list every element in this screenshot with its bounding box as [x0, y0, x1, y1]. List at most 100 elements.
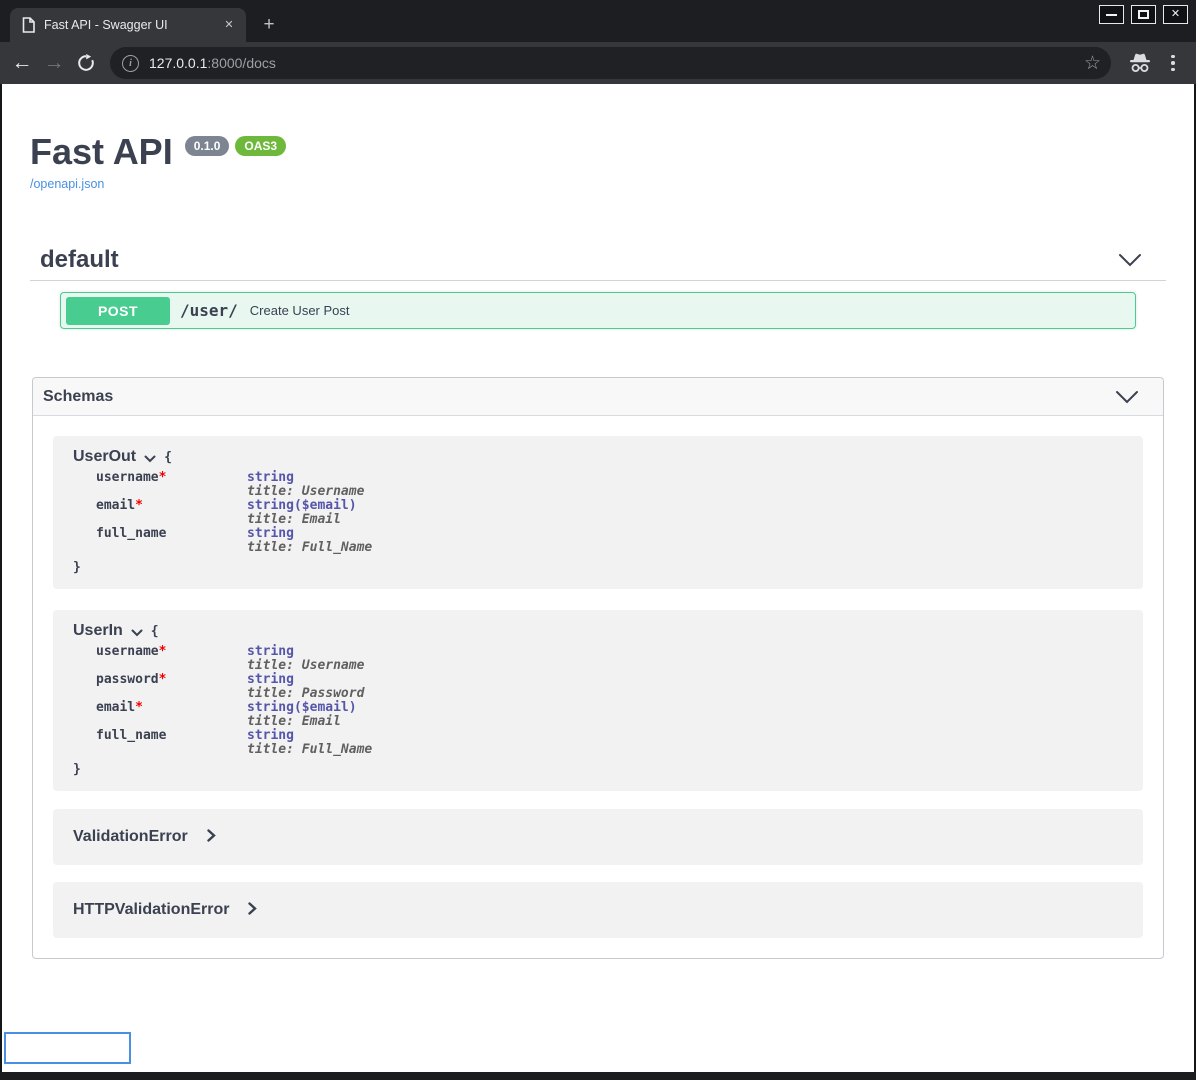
property-row: email* string($email) title: Email: [73, 701, 1127, 729]
new-tab-button[interactable]: +: [256, 14, 282, 38]
api-info-section: Fast API 0.1.0 OAS3 /openapi.json: [30, 134, 1166, 193]
titlebar: Fast API - Swagger UI ✕ + ✕: [0, 0, 1196, 42]
menu-dot: [1171, 61, 1175, 65]
default-tag-header[interactable]: default: [30, 251, 1166, 281]
property-title: title: Email: [247, 715, 357, 729]
property-name: email: [96, 498, 135, 513]
schemas-body: UserOut { username* string title: Userna…: [33, 416, 1163, 958]
incognito-icon: [1127, 52, 1153, 74]
version-badge: 0.1.0: [185, 136, 230, 156]
chevron-right-icon: [207, 829, 216, 842]
property-name: username: [96, 644, 159, 659]
property-title: title: Username: [247, 485, 364, 499]
incognito-indicator: [1123, 47, 1157, 79]
property-type: string: [247, 471, 364, 485]
window-bottom-edge: [0, 1072, 1196, 1080]
navigation-toolbar: ← → i 127.0.0.1:8000/docs ☆: [0, 42, 1196, 84]
close-button[interactable]: ✕: [1163, 5, 1188, 24]
tab-close-icon[interactable]: ✕: [220, 16, 238, 34]
model-name: ValidationError: [73, 828, 188, 846]
property-type: string: [247, 645, 364, 659]
schemas-section: Schemas UserOut {: [32, 377, 1164, 959]
property-title: title: Email: [247, 513, 357, 527]
tag-name: default: [40, 246, 1118, 274]
property-type: string: [247, 527, 372, 541]
model-name: UserOut: [73, 448, 136, 466]
operation-path: /user/: [180, 301, 238, 320]
property-type: string: [247, 729, 372, 743]
model-userin-toggle[interactable]: UserIn {: [73, 622, 1127, 640]
property-row: username* string title: Username: [73, 645, 1127, 673]
schemas-title: Schemas: [43, 388, 1115, 406]
browser-tab[interactable]: Fast API - Swagger UI ✕: [10, 8, 246, 42]
property-name: username: [96, 470, 159, 485]
default-tag-section: default POST /user/ Create User Post: [30, 251, 1166, 329]
required-marker: *: [159, 644, 167, 659]
model-name: UserIn: [73, 622, 123, 640]
open-brace: {: [151, 624, 159, 639]
property-type: string: [247, 673, 364, 687]
page-content: Fast API 0.1.0 OAS3 /openapi.json defaul…: [2, 84, 1194, 1072]
required-marker: *: [159, 470, 167, 485]
required-marker: *: [135, 498, 143, 513]
property-row: full_name string title: Full_Name: [73, 729, 1127, 757]
window-controls: ✕: [1099, 5, 1188, 24]
close-icon: ✕: [1171, 9, 1180, 20]
page-title: Fast API: [30, 134, 173, 170]
document-icon: [22, 17, 35, 33]
maximize-button[interactable]: [1131, 5, 1156, 24]
bookmark-star-icon[interactable]: ☆: [1084, 54, 1101, 73]
forward-button[interactable]: →: [38, 47, 70, 79]
chevron-down-icon: [131, 629, 143, 637]
url-host: 127.0.0.1: [149, 55, 207, 71]
address-bar[interactable]: i 127.0.0.1:8000/docs ☆: [110, 47, 1111, 79]
model-userout-toggle[interactable]: UserOut {: [73, 448, 1127, 466]
model-name: HTTPValidationError: [73, 901, 229, 919]
chevron-down-icon[interactable]: [1115, 390, 1139, 404]
model-validationerror[interactable]: ValidationError: [53, 809, 1143, 865]
model-userout: UserOut { username* string title: Userna…: [53, 436, 1143, 589]
schemas-header[interactable]: Schemas: [33, 378, 1163, 416]
property-title: title: Full_Name: [247, 541, 372, 555]
chevron-down-icon: [144, 455, 156, 463]
minimize-button[interactable]: [1099, 5, 1124, 24]
close-brace: }: [73, 762, 1127, 777]
status-bubble: [4, 1032, 131, 1064]
chevron-right-icon: [248, 902, 257, 915]
site-info-icon[interactable]: i: [122, 55, 139, 72]
menu-dot: [1171, 68, 1175, 72]
browser-window: Fast API - Swagger UI ✕ + ✕ ← → i 127.0.…: [0, 0, 1196, 1080]
property-row: full_name string title: Full_Name: [73, 527, 1127, 555]
url-path: :8000/docs: [207, 55, 276, 71]
required-marker: *: [135, 700, 143, 715]
property-type: string($email): [247, 701, 357, 715]
post-user-operation[interactable]: POST /user/ Create User Post: [60, 292, 1136, 329]
reload-button[interactable]: [70, 47, 102, 79]
model-httpvalidationerror[interactable]: HTTPValidationError: [53, 882, 1143, 938]
property-name: password: [96, 672, 159, 687]
menu-dot: [1171, 55, 1175, 59]
model-userin: UserIn { username* string title: Usernam…: [53, 610, 1143, 791]
property-row: password* string title: Password: [73, 673, 1127, 701]
openapi-spec-link[interactable]: /openapi.json: [30, 177, 104, 191]
back-button[interactable]: ←: [6, 47, 38, 79]
close-brace: }: [73, 560, 1127, 575]
browser-menu-button[interactable]: [1161, 47, 1185, 79]
maximize-icon: [1138, 10, 1149, 19]
oas3-badge: OAS3: [235, 136, 286, 156]
property-name: full_name: [96, 526, 166, 541]
operation-summary: Create User Post: [250, 303, 350, 318]
property-name: full_name: [96, 728, 166, 743]
tab-title: Fast API - Swagger UI: [44, 18, 220, 32]
property-type: string($email): [247, 499, 357, 513]
property-name: email: [96, 700, 135, 715]
property-title: title: Username: [247, 659, 364, 673]
minimize-icon: [1106, 14, 1117, 16]
chevron-down-icon[interactable]: [1118, 253, 1142, 267]
property-title: title: Full_Name: [247, 743, 372, 757]
open-brace: {: [164, 450, 172, 465]
property-row: email* string($email) title: Email: [73, 499, 1127, 527]
property-row: username* string title: Username: [73, 471, 1127, 499]
url-text: 127.0.0.1:8000/docs: [149, 55, 276, 71]
reload-icon: [77, 54, 95, 72]
